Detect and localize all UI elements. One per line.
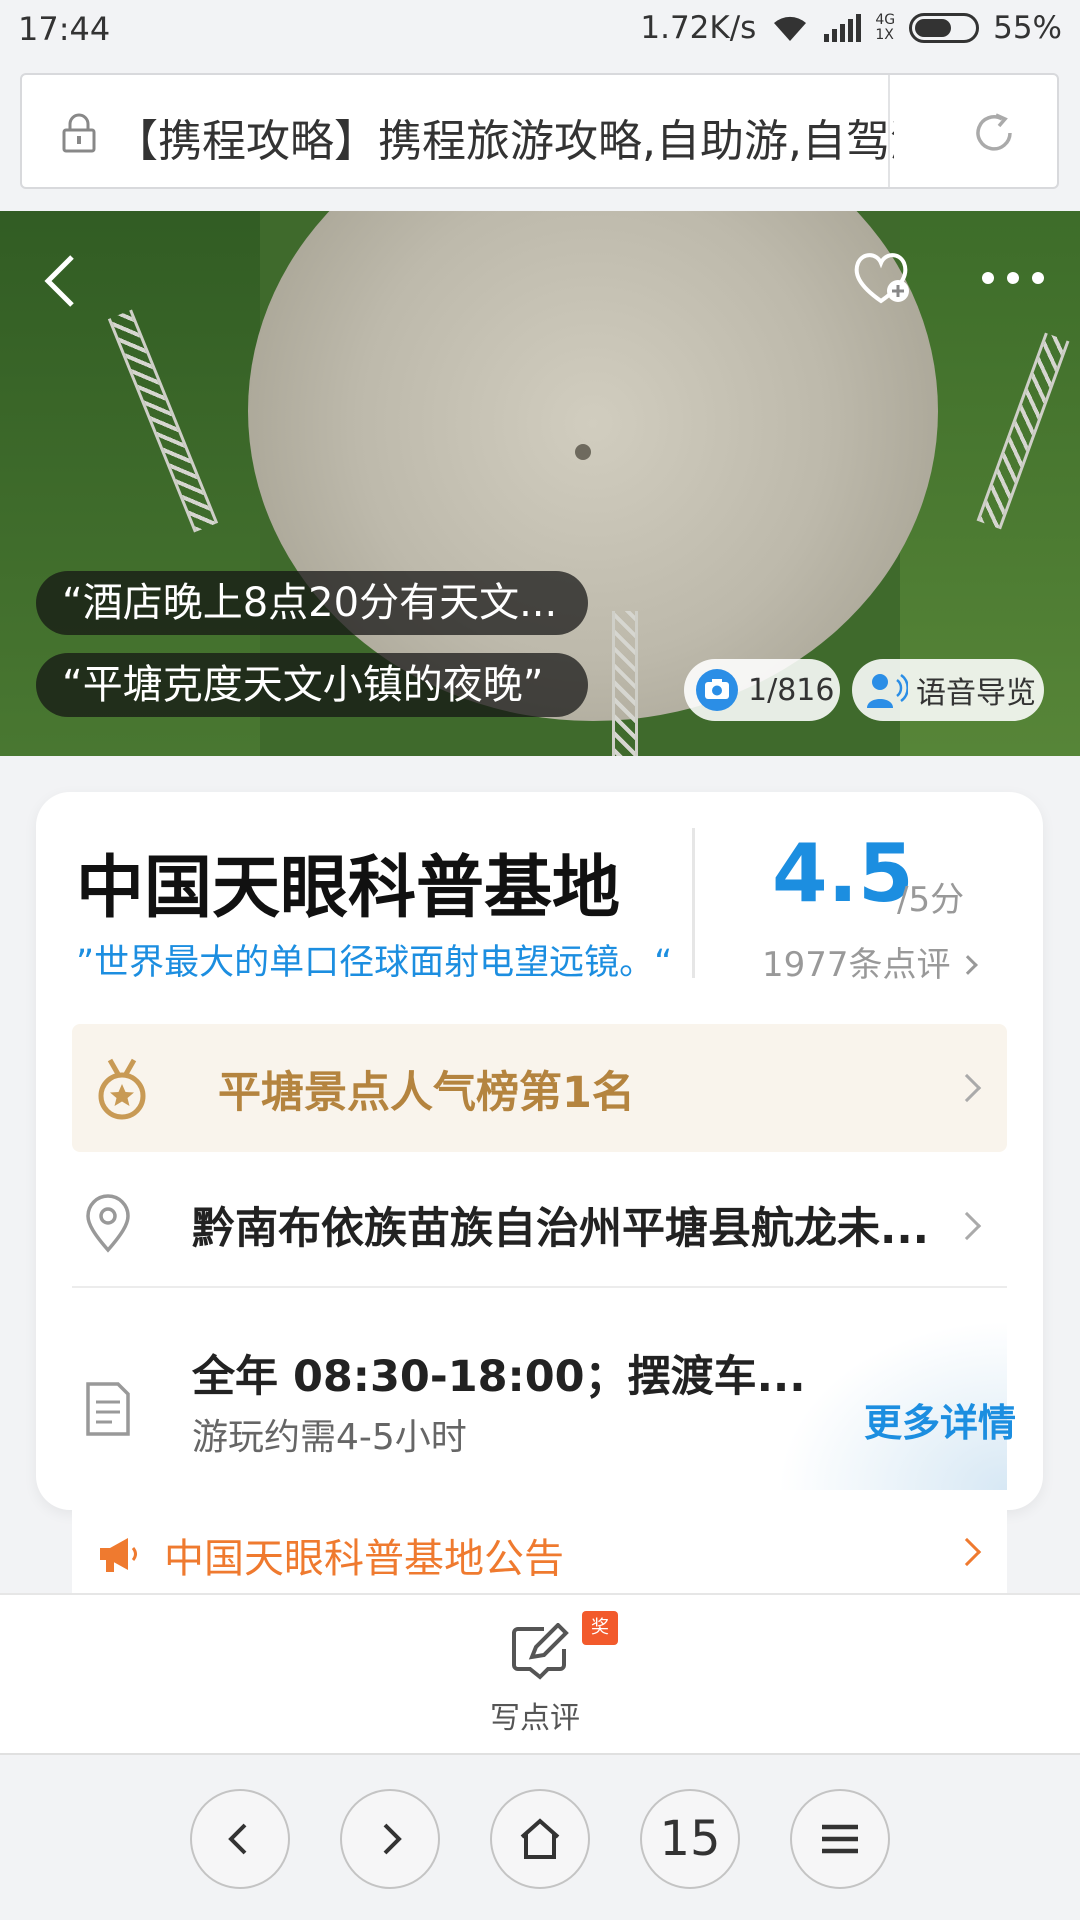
- megaphone-icon: [100, 1538, 137, 1572]
- status-time: 17:44: [18, 10, 111, 48]
- chevron-right-icon: [383, 1823, 402, 1855]
- rating-score: 4.5: [772, 827, 914, 920]
- photo-count-button[interactable]: 1/816: [684, 659, 840, 721]
- browser-menu-button[interactable]: [790, 1789, 890, 1889]
- status-bar: 17:44 1.72K/s 4G 1X 55%: [0, 0, 1080, 62]
- audio-guide-label: 语音导览: [916, 676, 1036, 711]
- menu-icon: [822, 1824, 858, 1854]
- opening-hours: 全年 08:30-18:00；摆渡车...: [192, 1352, 806, 1402]
- url-text[interactable]: 【携程攻略】携程旅游攻略,自助游,自驾游: [114, 105, 894, 169]
- poi-slogan: ”世界最大的单口径球面射电望远镜。“: [76, 943, 673, 983]
- url-divider: [888, 75, 890, 187]
- tower-bottom: [612, 611, 638, 756]
- document-icon: [86, 1382, 130, 1436]
- hours-row[interactable]: 全年 08:30-18:00；摆渡车... 游玩约需4-5小时 更多详情: [72, 1300, 1016, 1490]
- hero-photo[interactable]: “酒店晚上8点20分有天文... “平塘克度天文小镇的夜晚” 1/816 语音导…: [0, 211, 1080, 756]
- notice-row[interactable]: 中国天眼科普基地公告: [72, 1510, 1007, 1594]
- review-quote-1[interactable]: “酒店晚上8点20分有天文...: [36, 571, 588, 635]
- tab-count: 15: [659, 1811, 721, 1867]
- status-indicators: 1.72K/s 4G 1X 55%: [640, 10, 1062, 46]
- write-review-label[interactable]: 写点评: [490, 1693, 580, 1737]
- reward-badge: 奖: [582, 1611, 618, 1645]
- title-divider: [692, 828, 695, 978]
- network-speed: 1.72K/s: [640, 10, 757, 46]
- address-text: 黔南布依族苗族自治州平塘县航龙未...: [192, 1204, 930, 1254]
- address-row[interactable]: 黔南布依族苗族自治州平塘县航龙未...: [72, 1164, 1007, 1288]
- chevron-right-icon: [952, 1537, 982, 1567]
- more-details-link[interactable]: 更多详情: [864, 1392, 1016, 1447]
- lock-icon: [62, 113, 96, 153]
- chevron-right-icon: [952, 1073, 982, 1103]
- browser-toolbar: 15: [0, 1753, 1080, 1920]
- audio-guide-button[interactable]: 语音导览: [852, 659, 1044, 721]
- rating-max: /5分: [897, 880, 965, 920]
- review-count: 1977条点评: [762, 945, 951, 985]
- browser-tabs-button[interactable]: 15: [640, 1789, 740, 1889]
- poi-info-card: 中国天眼科普基地 ”世界最大的单口径球面射电望远镜。“ 4.5 /5分 1977…: [36, 792, 1043, 1510]
- rank-label: 平塘景点人气榜第1名: [218, 1068, 635, 1118]
- battery-icon: [909, 13, 980, 43]
- browser-home-button[interactable]: [490, 1789, 590, 1889]
- photo-count: 1/816: [748, 672, 835, 708]
- audio-guide-icon: [867, 673, 908, 708]
- signal-icon: [824, 14, 862, 42]
- notice-label: 中国天眼科普基地公告: [164, 1536, 564, 1582]
- url-bar[interactable]: 【携程攻略】携程旅游攻略,自助游,自驾游: [20, 73, 1059, 189]
- browser-forward-button[interactable]: [340, 1789, 440, 1889]
- chevron-left-icon: [228, 1823, 247, 1855]
- edit-review-icon[interactable]: [510, 1623, 570, 1681]
- network-type: 4G 1X: [875, 13, 895, 43]
- reload-icon[interactable]: [972, 111, 1016, 155]
- rank-banner[interactable]: 平塘景点人气榜第1名: [72, 1024, 1007, 1152]
- wifi-icon: [774, 16, 807, 41]
- review-count-link[interactable]: 1977条点评: [762, 937, 978, 986]
- poi-title: 中国天眼科普基地: [76, 849, 621, 928]
- network-type-bottom: 1X: [875, 27, 894, 43]
- telescope-dish-image: [248, 211, 938, 721]
- chevron-right-icon: [957, 955, 978, 975]
- favorite-add-icon[interactable]: [850, 247, 912, 309]
- review-quote-2[interactable]: “平塘克度天文小镇的夜晚”: [36, 653, 588, 717]
- chevron-right-icon: [952, 1211, 982, 1241]
- more-icon[interactable]: [978, 263, 1048, 293]
- write-review-bar: 奖 写点评: [0, 1593, 1080, 1753]
- browser-back-button[interactable]: [190, 1789, 290, 1889]
- medal-icon: [98, 1058, 146, 1120]
- home-icon: [520, 1818, 560, 1859]
- network-type-top: 4G: [875, 12, 896, 28]
- visit-duration: 游玩约需4-5小时: [192, 1417, 467, 1458]
- camera-icon: [696, 669, 738, 711]
- battery-percent: 55%: [993, 10, 1062, 46]
- back-icon[interactable]: [38, 251, 82, 311]
- location-pin-icon: [86, 1194, 130, 1253]
